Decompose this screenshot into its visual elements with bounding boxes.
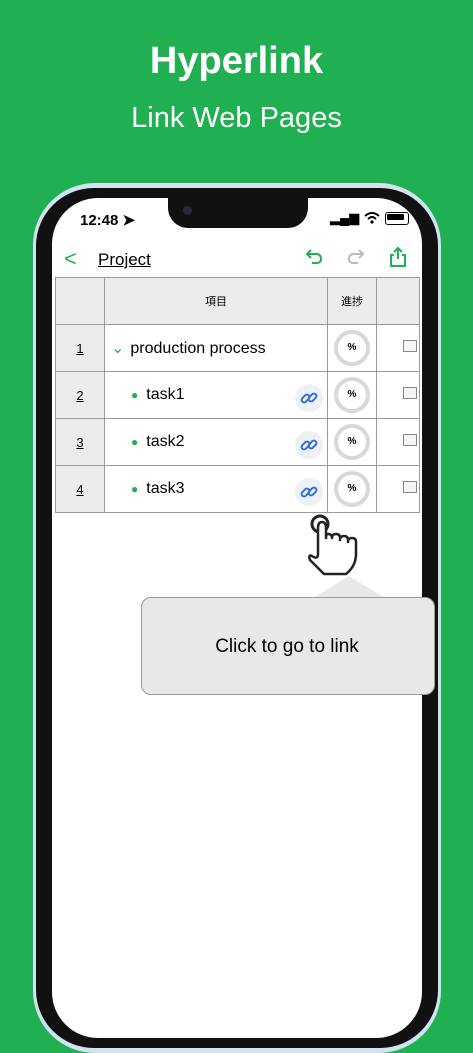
bullet-icon: ● — [131, 388, 139, 402]
row-extra[interactable] — [376, 418, 420, 466]
header-progress: 進捗 — [327, 277, 377, 325]
table-row[interactable]: 2 ● task1 % — [55, 371, 420, 419]
share-icon[interactable] — [388, 246, 408, 268]
link-icon[interactable] — [295, 384, 323, 412]
tooltip-text: Click to go to link — [215, 636, 359, 657]
row-extra[interactable] — [376, 324, 420, 372]
wifi-icon — [364, 212, 380, 224]
progress-ring[interactable]: % — [334, 377, 370, 413]
progress-ring[interactable]: % — [334, 330, 370, 366]
row-item[interactable]: ● task1 — [104, 371, 328, 419]
row-progress[interactable]: % — [327, 418, 377, 466]
row-item[interactable]: ⌄ production process — [104, 324, 328, 372]
link-icon[interactable] — [295, 431, 323, 459]
calendar-icon[interactable] — [403, 434, 417, 446]
row-number[interactable]: 1 — [55, 324, 105, 372]
bullet-icon: ● — [131, 482, 139, 496]
table-row[interactable]: 4 ● task3 % — [55, 465, 420, 513]
table-row[interactable]: 3 ● task2 % — [55, 418, 420, 466]
tooltip-pointer — [313, 576, 385, 598]
link-icon[interactable] — [295, 478, 323, 506]
row-progress[interactable]: % — [327, 324, 377, 372]
row-label: task3 — [146, 480, 185, 497]
signal-icon: ▂▄▆ — [330, 210, 360, 225]
project-table: 項目 進捗 1 ⌄ production process % 2 ● task1 %… — [55, 277, 420, 513]
back-chevron-icon[interactable]: < — [64, 246, 77, 272]
row-number[interactable]: 3 — [55, 418, 105, 466]
row-number[interactable]: 4 — [55, 465, 105, 513]
redo-icon[interactable] — [346, 246, 366, 266]
camera-icon — [183, 206, 192, 215]
banner-title: Hyperlink — [149, 40, 324, 82]
table-row[interactable]: 1 ⌄ production process % — [55, 324, 420, 372]
row-label: production process — [130, 340, 266, 357]
progress-ring[interactable]: % — [334, 471, 370, 507]
undo-icon[interactable] — [304, 246, 324, 266]
table-header-row: 項目 進捗 — [55, 277, 420, 325]
row-extra[interactable] — [376, 371, 420, 419]
status-time: 12:48 ➤ — [80, 212, 136, 229]
row-progress[interactable]: % — [327, 371, 377, 419]
row-item[interactable]: ● task3 — [104, 465, 328, 513]
header-item: 項目 — [104, 277, 328, 325]
progress-ring[interactable]: % — [334, 424, 370, 460]
header-extra — [376, 277, 420, 325]
row-label: task2 — [146, 433, 185, 450]
row-progress[interactable]: % — [327, 465, 377, 513]
nav-title[interactable]: Project — [98, 250, 151, 270]
status-icons: ▂▄▆ — [330, 210, 410, 226]
header-corner — [55, 277, 105, 325]
row-number[interactable]: 2 — [55, 371, 105, 419]
nav-bar: < Project — [56, 240, 418, 278]
calendar-icon[interactable] — [403, 340, 417, 352]
row-label: task1 — [146, 386, 185, 403]
chevron-down-icon[interactable]: ⌄ — [111, 340, 124, 357]
banner-subtitle: Link Web Pages — [131, 102, 342, 134]
calendar-icon[interactable] — [403, 481, 417, 493]
row-item[interactable]: ● task2 — [104, 418, 328, 466]
bullet-icon: ● — [131, 435, 139, 449]
battery-icon — [385, 211, 410, 225]
calendar-icon[interactable] — [403, 387, 417, 399]
pointing-hand-icon — [308, 514, 358, 576]
row-extra[interactable] — [376, 465, 420, 513]
